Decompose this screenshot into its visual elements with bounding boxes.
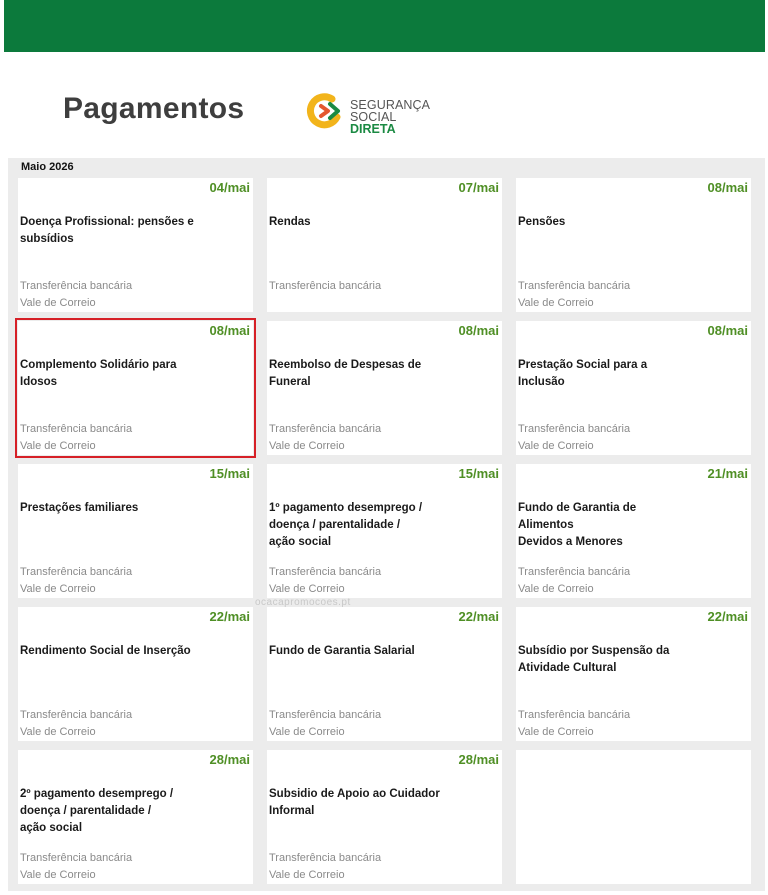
payment-title: Doença Profissional: pensões e subsídios	[20, 216, 194, 245]
payment-card[interactable]: 22/mai Subsídio por Suspensão da Ativida…	[516, 607, 751, 741]
payment-calendar: Maio 2026 04/mai Doença Profissional: pe…	[8, 158, 765, 891]
payment-method-vale: Vale de Correio	[269, 726, 345, 738]
top-banner	[4, 0, 765, 52]
payment-date: 07/mai	[458, 180, 499, 195]
payment-method-vale: Vale de Correio	[518, 726, 594, 738]
payment-card[interactable]: 22/mai Rendimento Social de Inserção Tra…	[18, 607, 253, 741]
page-header: Pagamentos SEGURANÇA SOCIAL DIRETA	[0, 52, 768, 158]
payment-date: 28/mai	[209, 752, 250, 767]
payment-method-vale: Vale de Correio	[20, 583, 96, 595]
payment-title: Rendimento Social de Inserção	[20, 645, 191, 657]
payment-method-transfer: Transferência bancária	[269, 852, 382, 864]
payment-method-transfer: Transferência bancária	[269, 423, 382, 435]
seguranca-social-logo[interactable]: SEGURANÇA SOCIAL DIRETA	[306, 91, 466, 135]
payment-method-transfer: Transferência bancária	[518, 423, 631, 435]
payment-method-vale: Vale de Correio	[20, 440, 96, 452]
seguranca-social-logo-icon	[306, 93, 341, 129]
payment-date: 22/mai	[458, 609, 499, 624]
payment-method-transfer: Transferência bancária	[20, 280, 133, 292]
payment-card[interactable]: 04/mai Doença Profissional: pensões e su…	[18, 178, 253, 312]
payment-title: Fundo de Garantia Salarial	[269, 645, 415, 657]
payment-date: 08/mai	[707, 323, 748, 338]
payment-card[interactable]: 07/mai Rendas Transferência bancária	[267, 178, 502, 312]
payment-date: 08/mai	[707, 180, 748, 195]
payment-card[interactable]: 08/mai Prestação Social para a Inclusão …	[516, 321, 751, 455]
payment-method-vale: Vale de Correio	[269, 869, 345, 881]
payment-card[interactable]: 15/mai 1º pagamento desemprego / doença …	[267, 464, 502, 598]
page-title: Pagamentos	[63, 92, 245, 125]
payment-grid: 04/mai Doença Profissional: pensões e su…	[15, 178, 752, 884]
payment-card[interactable]: 08/mai Reembolso de Despesas de Funeral …	[267, 321, 502, 455]
payment-method-transfer: Transferência bancária	[269, 566, 382, 578]
payment-card-highlighted[interactable]: 08/mai Complemento Solidário para Idosos…	[15, 318, 256, 458]
payment-method-vale: Vale de Correio	[518, 440, 594, 452]
empty-card	[516, 750, 751, 884]
payment-title: Reembolso de Despesas de Funeral	[269, 359, 422, 388]
payment-date: 15/mai	[458, 466, 499, 481]
payment-date: 15/mai	[209, 466, 250, 481]
payment-card[interactable]: 22/mai Fundo de Garantia Salarial Transf…	[267, 607, 502, 741]
payment-date: 22/mai	[707, 609, 748, 624]
payment-method-transfer: Transferência bancária	[518, 280, 631, 292]
payment-card[interactable]: 28/mai Subsidio de Apoio ao Cuidador Inf…	[267, 750, 502, 884]
payment-date: 22/mai	[209, 609, 250, 624]
payment-date: 21/mai	[707, 466, 748, 481]
payment-method-vale: Vale de Correio	[20, 869, 96, 881]
payment-date: 04/mai	[209, 180, 250, 195]
payment-date: 08/mai	[209, 323, 250, 338]
payment-date: 08/mai	[458, 323, 499, 338]
payment-title: Pensões	[518, 216, 566, 228]
payment-title: Subsidio de Apoio ao Cuidador Informal	[269, 788, 440, 817]
payment-method-transfer: Transferência bancária	[20, 852, 133, 864]
month-label: Maio 2026	[21, 161, 74, 173]
logo-line1: SEGURANÇA SOCIAL	[350, 98, 430, 124]
payment-title: Rendas	[269, 216, 311, 228]
payment-title: Fundo de Garantia de Alimentos Devidos a…	[518, 502, 637, 548]
payment-card[interactable]: 15/mai Prestações familiares Transferênc…	[18, 464, 253, 598]
payment-method-transfer: Transferência bancária	[20, 709, 133, 721]
payment-method-vale: Vale de Correio	[518, 297, 594, 309]
payment-title: Subsídio por Suspensão da Atividade Cult…	[518, 645, 670, 674]
payment-title: 1º pagamento desemprego / doença / paren…	[269, 502, 423, 548]
payment-method-vale: Vale de Correio	[20, 297, 96, 309]
payment-title: Complemento Solidário para Idosos	[20, 359, 177, 388]
payment-method-transfer: Transferência bancária	[20, 566, 133, 578]
payment-card[interactable]: 08/mai Pensões Transferência bancária Va…	[516, 178, 751, 312]
payment-method-transfer: Transferência bancária	[518, 709, 631, 721]
payment-title: 2º pagamento desemprego / doença / paren…	[20, 788, 174, 834]
payment-method-transfer: Transferência bancária	[518, 566, 631, 578]
payment-method-vale: Vale de Correio	[269, 440, 345, 452]
payment-method-vale: Vale de Correio	[269, 583, 345, 595]
payment-method-transfer: Transferência bancária	[269, 709, 382, 721]
payment-method-vale: Vale de Correio	[518, 583, 594, 595]
payment-title: Prestação Social para a Inclusão	[518, 359, 648, 388]
payment-method-transfer: Transferência bancária	[269, 280, 382, 292]
payment-card[interactable]: 21/mai Fundo de Garantia de Alimentos De…	[516, 464, 751, 598]
watermark: ocacapromocoes.pt	[255, 597, 351, 608]
payment-method-vale: Vale de Correio	[20, 726, 96, 738]
payment-method-transfer: Transferência bancária	[20, 423, 133, 435]
payment-date: 28/mai	[458, 752, 499, 767]
logo-line2: DIRETA	[350, 122, 396, 136]
payment-title: Prestações familiares	[20, 502, 139, 514]
payment-card[interactable]: 28/mai 2º pagamento desemprego / doença …	[18, 750, 253, 884]
